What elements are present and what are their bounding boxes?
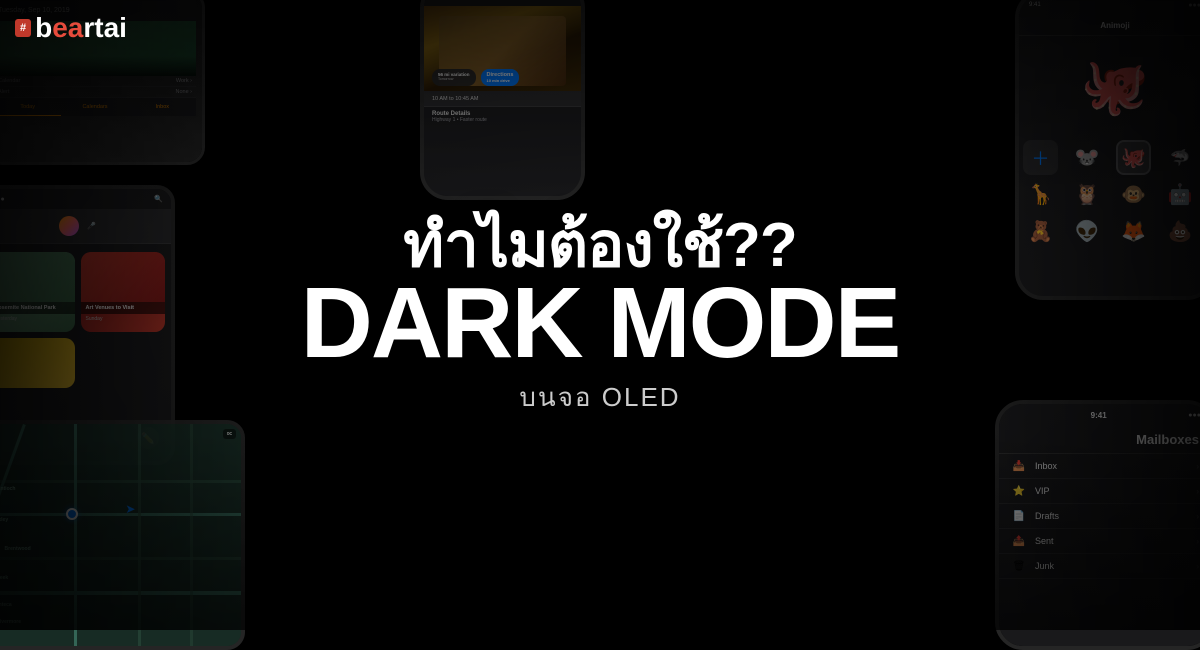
headline-dark-mode-text: DARK MODE (301, 273, 900, 373)
logo-red-ea: ea (52, 12, 83, 43)
headline-subtitle: บนจอ OLED (519, 377, 680, 418)
logo-site-name: beartai (35, 12, 127, 44)
main-content-area: # beartai ทำไมต้องใช้?? DARK MODE บนจอ O… (0, 0, 1200, 630)
logo-hash-symbol: # (15, 19, 31, 37)
headline-area: ทำไมต้องใช้?? DARK MODE บนจอ OLED (301, 212, 900, 417)
logo-area: # beartai (15, 12, 127, 44)
